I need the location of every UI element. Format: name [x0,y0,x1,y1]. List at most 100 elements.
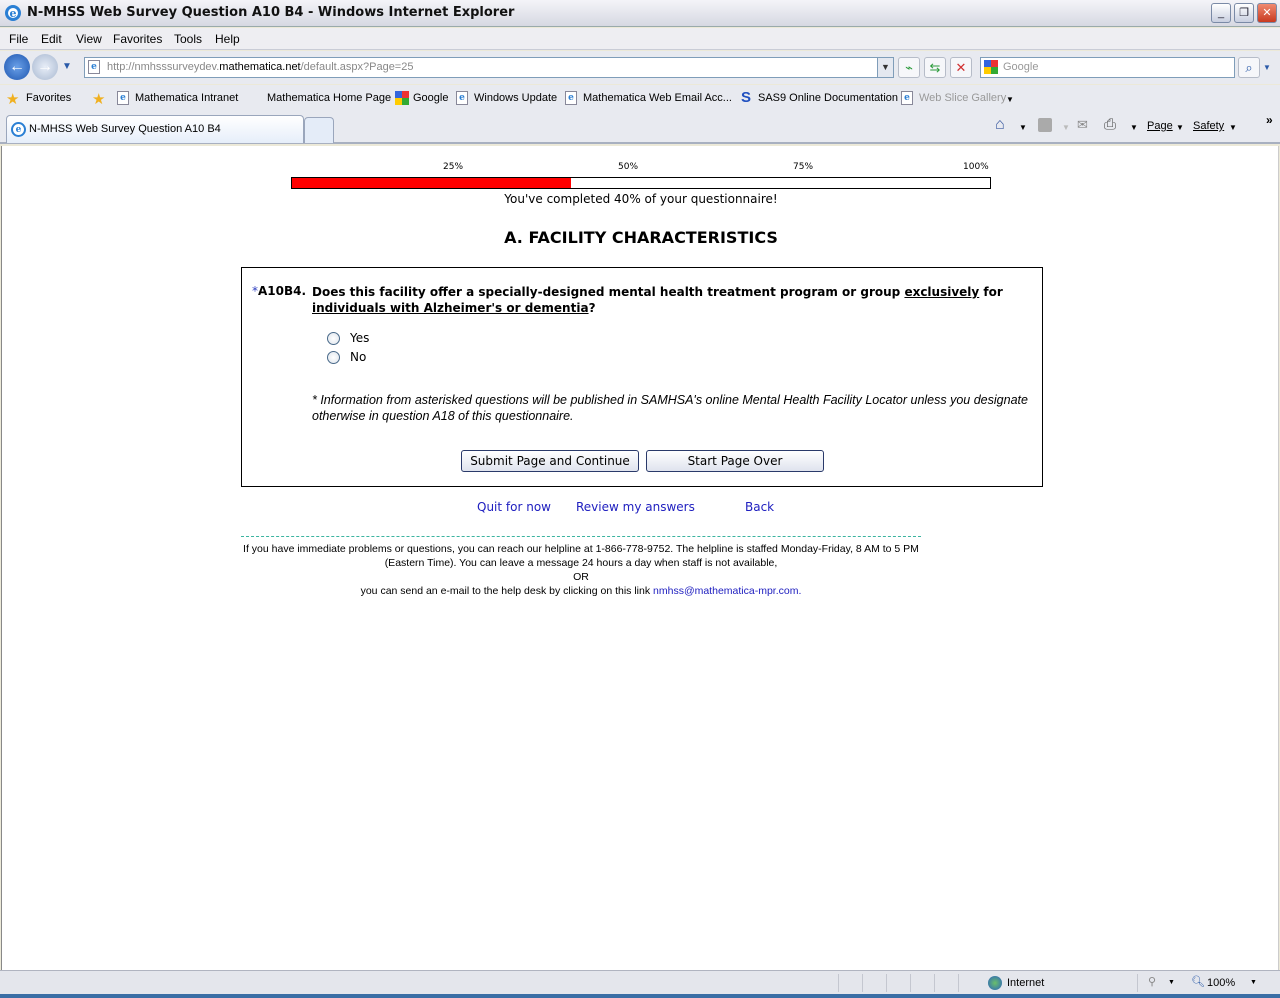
chevron-down-icon[interactable]: ▼ [1168,979,1175,986]
chevron-down-icon[interactable]: ▼ [1019,123,1027,132]
forward-arrow-icon[interactable]: → [32,54,58,80]
favorite-link[interactable]: Windows Update [474,92,557,104]
chevron-down-icon: ▼ [1062,123,1070,132]
home-icon[interactable]: ⌂ [995,116,1005,134]
feeds-icon[interactable] [1038,118,1052,132]
navigation-bar: ← → ▼ e http://nmhsssurveydev.mathematic… [0,51,1280,84]
page-icon: e [117,91,129,105]
search-placeholder: Google [1003,61,1039,73]
compatibility-view-icon[interactable]: ⌁ [898,57,920,78]
asterisk-note: * Information from asterisked questions … [312,393,1028,423]
question-id: A10B4. [258,284,307,298]
submit-button[interactable]: Submit Page and Continue [461,450,639,472]
address-prefix: http://nmhsssurveydev. [107,61,220,73]
safety-menu-button[interactable]: Safety [1193,120,1224,132]
email-link[interactable]: nmhss@mathematica-mpr.com. [653,585,801,597]
close-button[interactable]: ✕ [1257,3,1277,23]
window-title: N-MHSS Web Survey Question A10 B4 - Wind… [27,5,515,20]
radio-yes[interactable] [327,332,340,345]
menu-view[interactable]: View [76,32,102,46]
back-arrow-icon[interactable]: ← [4,54,30,80]
print-icon[interactable]: ⎙ [1104,116,1116,133]
progress-bar [291,177,991,189]
radio-no[interactable] [327,351,340,364]
tab-title: N-MHSS Web Survey Question A10 B4 [29,123,221,135]
chevron-down-icon[interactable]: ▼ [1130,123,1138,132]
menu-bar: File Edit View Favorites Tools Help [0,28,1280,50]
stop-icon[interactable]: ✕ [950,57,972,78]
chevron-down-icon[interactable]: ▼ [1250,979,1257,986]
globe-icon [988,976,1002,990]
recent-pages-dropdown-icon[interactable]: ▼ [62,61,72,72]
sas-logo-icon: S [741,89,752,106]
tab-active[interactable]: e N-MHSS Web Survey Question A10 B4 [6,115,304,143]
search-input[interactable]: Google [980,57,1235,78]
menu-favorites[interactable]: Favorites [113,32,162,46]
address-domain: mathematica.net [219,61,301,73]
address-input[interactable]: e http://nmhsssurveydev.mathematica.net/… [84,57,894,78]
page-icon: e [88,60,100,74]
back-link[interactable]: Back [745,500,774,514]
search-icon[interactable]: ⌕ [1238,57,1260,78]
page-content: 25% 50% 75% 100% You've completed 40% of… [1,146,1279,970]
taskbar [0,994,1280,998]
helpline-text: If you have immediate problems or questi… [243,543,919,597]
option-yes[interactable]: Yes [327,331,369,345]
chevron-down-icon: ▼ [1176,123,1184,132]
chevron-down-icon[interactable]: ▼ [1006,95,1014,104]
progress-message: You've completed 40% of your questionnai… [504,192,778,206]
favorite-link[interactable]: SAS9 Online Documentation [758,92,898,104]
status-bar: Internet ⚲ ▼ 🔍︎ 100% ▼ [0,970,1280,994]
progress-fill [292,178,572,188]
favorites-star-icon: ★ [6,91,20,108]
menu-edit[interactable]: Edit [41,32,62,46]
refresh-icon[interactable]: ⇆ [924,57,946,78]
question-number: *A10B4. [252,284,306,298]
favorite-link[interactable]: Mathematica Home Page [267,92,391,104]
google-logo-icon [395,91,409,105]
zoom-icon[interactable]: 🔍︎ [1191,975,1205,988]
address-dropdown-icon[interactable]: ▼ [877,58,893,77]
zoom-level[interactable]: 100% [1207,977,1235,989]
review-link[interactable]: Review my answers [576,500,695,514]
progress-tick: 50% [618,162,639,172]
restore-button[interactable]: ❐ [1234,3,1254,23]
menu-tools[interactable]: Tools [174,32,202,46]
ie-logo-icon: e [5,5,21,21]
tab-bar: e N-MHSS Web Survey Question A10 B4 ⌂ ▼ … [0,113,1280,144]
web-slice-gallery-link[interactable]: Web Slice Gallery [919,92,1006,104]
section-title: A. FACILITY CHARACTERISTICS [504,228,778,247]
divider [241,536,921,537]
progress-tick: 25% [443,162,464,172]
more-tools-icon[interactable]: » [1266,113,1273,127]
add-favorites-icon[interactable]: ★ [92,90,105,108]
protected-mode-icon[interactable]: ⚲ [1148,975,1156,988]
question-box: *A10B4. Does this facility offer a speci… [241,267,1043,487]
quit-link[interactable]: Quit for now [477,500,551,514]
favorites-bar: ★ Favorites ★ e Mathematica Intranet Mat… [0,85,1280,113]
page-icon: e [565,91,577,105]
progress-tick: 100% [963,162,989,172]
title-bar: e N-MHSS Web Survey Question A10 B4 - Wi… [0,0,1280,27]
new-tab-button[interactable] [304,117,334,143]
favorites-button[interactable]: Favorites [26,92,71,104]
search-options-dropdown-icon[interactable]: ▼ [1263,63,1271,72]
ie-logo-icon: e [11,122,26,137]
favorite-link[interactable]: Mathematica Intranet [135,92,238,104]
favorite-link[interactable]: Mathematica Web Email Acc... [583,92,732,104]
google-logo-icon [984,60,998,74]
page-icon: e [456,91,468,105]
start-over-button[interactable]: Start Page Over [646,450,824,472]
progress-tick: 75% [793,162,814,172]
read-mail-icon[interactable]: ✉ [1077,117,1088,133]
question-text: Does this facility offer a specially-des… [312,285,1003,315]
option-no[interactable]: No [327,350,366,364]
minimize-button[interactable]: _ [1211,3,1231,23]
address-path: /default.aspx?Page=25 [300,61,414,73]
chevron-down-icon: ▼ [1229,123,1237,132]
favorite-link[interactable]: Google [413,92,448,104]
page-icon: e [901,91,913,105]
page-menu-button[interactable]: Page [1147,120,1173,132]
menu-help[interactable]: Help [215,32,240,46]
menu-file[interactable]: File [9,32,28,46]
